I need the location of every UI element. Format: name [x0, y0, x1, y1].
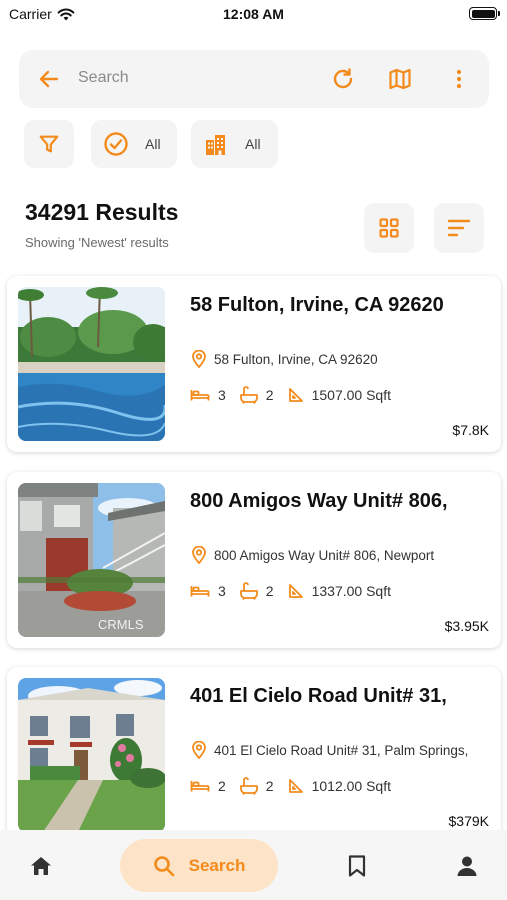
listing-photo[interactable] — [18, 678, 165, 832]
listing-price: $3.95K — [444, 618, 489, 634]
listing-address: 58 Fulton, Irvine, CA 92620 — [214, 351, 378, 367]
bathrooms: 2 — [239, 777, 274, 795]
listing-address-row: 800 Amigos Way Unit# 806, Newport — [192, 546, 434, 564]
bedroom-count: 3 — [218, 387, 226, 403]
bathtub-icon — [239, 582, 258, 600]
listing-price: $7.8K — [452, 422, 489, 438]
sort-button[interactable] — [434, 203, 484, 253]
search-bar: Search — [19, 50, 489, 108]
listing-address: 800 Amigos Way Unit# 806, Newport — [214, 547, 435, 563]
listing-price: $379K — [448, 813, 489, 829]
filter-icon — [39, 135, 59, 153]
battery-icon — [469, 7, 500, 20]
buildings-icon — [206, 135, 225, 155]
listing-photo[interactable] — [18, 287, 165, 441]
area-ruler-icon — [288, 584, 303, 598]
bedrooms: 3 — [190, 583, 226, 599]
check-circle-icon — [104, 132, 128, 156]
bathroom-count: 2 — [265, 778, 274, 794]
listing-features: 2 2 1012.00 Sqft — [190, 777, 405, 795]
location-pin-icon — [192, 546, 206, 564]
listing-card[interactable]: CRMLS 800 Amigos Way Unit# 806, 800 Amig… — [7, 472, 501, 648]
listing-card[interactable]: 401 El Cielo Road Unit# 31, 401 El Cielo… — [7, 667, 501, 843]
bathtub-icon — [239, 386, 258, 404]
listing-title: 58 Fulton, Irvine, CA 92620 — [190, 294, 444, 316]
search-icon — [153, 855, 174, 876]
listing-address: 401 El Cielo Road Unit# 31, Palm Springs… — [214, 742, 469, 758]
back-arrow-icon[interactable] — [37, 67, 61, 91]
area: 1012.00 Sqft — [288, 778, 391, 794]
sort-icon — [447, 219, 471, 237]
bedrooms: 2 — [190, 778, 226, 794]
location-pin-icon — [192, 741, 206, 759]
bedroom-count: 3 — [218, 583, 226, 599]
status-bar: Carrier 12:08 AM — [0, 0, 507, 30]
refresh-icon[interactable] — [331, 67, 355, 91]
bed-icon — [190, 781, 210, 792]
bathrooms: 2 — [239, 582, 274, 600]
area-value: 1337.00 Sqft — [311, 583, 391, 599]
bed-icon — [190, 390, 210, 401]
filter-button[interactable] — [24, 120, 74, 168]
bathrooms: 2 — [239, 386, 274, 404]
listing-features: 3 2 1337.00 Sqft — [190, 582, 405, 600]
status-time: 12:08 AM — [223, 6, 284, 22]
photo-watermark: CRMLS — [98, 617, 144, 632]
listing-card[interactable]: 58 Fulton, Irvine, CA 92620 58 Fulton, I… — [7, 276, 501, 452]
area: 1507.00 Sqft — [288, 387, 391, 403]
listing-title: 800 Amigos Way Unit# 806, — [190, 490, 448, 512]
listing-features: 3 2 1507.00 Sqft — [190, 386, 405, 404]
bathroom-count: 2 — [265, 387, 274, 403]
profile-icon[interactable] — [455, 854, 479, 878]
area: 1337.00 Sqft — [288, 583, 391, 599]
listing-photo[interactable]: CRMLS — [18, 483, 165, 637]
area-ruler-icon — [288, 388, 303, 402]
bedroom-count: 2 — [218, 778, 226, 794]
property-type-label: All — [245, 136, 261, 152]
area-value: 1507.00 Sqft — [311, 387, 391, 403]
area-ruler-icon — [288, 779, 303, 793]
area-value: 1012.00 Sqft — [311, 778, 391, 794]
listing-address-row: 58 Fulton, Irvine, CA 92620 — [192, 350, 378, 368]
status-filter-label: All — [145, 136, 161, 152]
location-pin-icon — [192, 350, 206, 368]
listing-address-row: 401 El Cielo Road Unit# 31, Palm Springs… — [192, 741, 468, 759]
property-type-chip[interactable]: All — [191, 120, 278, 168]
grid-view-button[interactable] — [364, 203, 414, 253]
bedrooms: 3 — [190, 387, 226, 403]
listing-title: 401 El Cielo Road Unit# 31, — [190, 685, 447, 707]
grid-icon — [379, 218, 399, 238]
status-filter-chip[interactable]: All — [91, 120, 177, 168]
map-icon[interactable] — [388, 67, 412, 91]
more-vertical-icon[interactable] — [447, 67, 471, 91]
bookmark-icon[interactable] — [346, 854, 368, 878]
results-subtitle: Showing 'Newest' results — [25, 235, 169, 250]
results-count: 34291 Results — [25, 199, 179, 225]
nav-search-label: Search — [188, 855, 246, 875]
search-input[interactable]: Search — [78, 69, 129, 87]
bed-icon — [190, 586, 210, 597]
home-icon[interactable] — [29, 854, 53, 878]
bathroom-count: 2 — [265, 583, 274, 599]
bathtub-icon — [239, 777, 258, 795]
bottom-navigation: Search — [0, 830, 507, 900]
nav-search-tab[interactable]: Search — [120, 839, 278, 892]
